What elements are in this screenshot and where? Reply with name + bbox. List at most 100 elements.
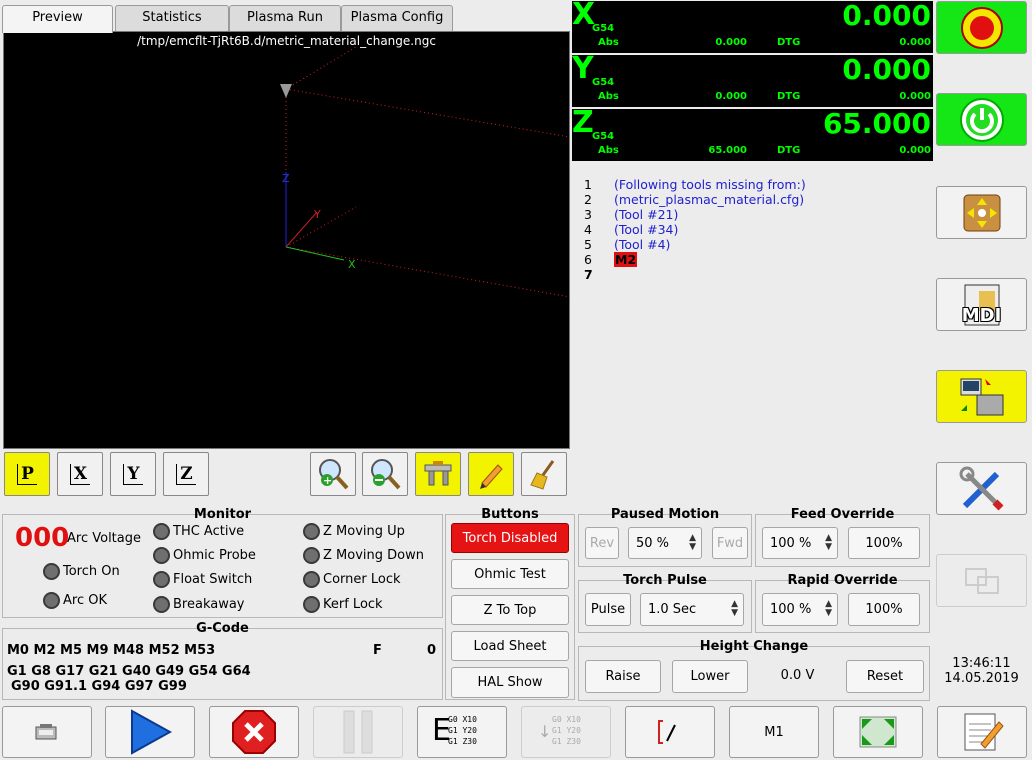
spinbox-arrows-icon[interactable]: ▲ ▼ [825, 534, 832, 552]
dro-z-axis: Z [572, 105, 594, 140]
mdi-label: MDI [961, 305, 1002, 326]
feed-value: 0 [426, 643, 436, 658]
z-moving-up-indicator: Z Moving Up [303, 523, 405, 540]
optional-stop-button[interactable]: M1 [729, 706, 819, 758]
settings-button[interactable] [936, 462, 1027, 515]
optional-skip-button[interactable] [625, 706, 715, 758]
feed-override-title: Feed Override [790, 507, 895, 522]
feed-label: F [373, 643, 382, 658]
view-p-button[interactable]: P [4, 452, 50, 496]
z-moving-down-label: Z Moving Down [323, 548, 424, 563]
paused-speed-value: 50 % [636, 535, 670, 551]
tab-preview[interactable]: Preview [2, 5, 113, 33]
spinbox-arrows-icon[interactable]: ▲ ▼ [825, 600, 832, 618]
gcode-line: 7 [584, 267, 614, 282]
rapid-override-spinbox[interactable]: 100 % ▲ ▼ [762, 593, 838, 626]
emergency-stop-icon [960, 6, 1003, 49]
view-p-label: P [17, 463, 37, 485]
height-reset-button[interactable]: Reset [846, 660, 924, 693]
jog-arrows-icon [963, 194, 1000, 231]
step-button[interactable]: E G0 X10 G1 Y20 G1 Z30 [417, 706, 507, 758]
z-moving-up-label: Z Moving Up [323, 524, 405, 539]
zoom-out-icon [371, 459, 401, 490]
feed-override-reset-button[interactable]: 100% [848, 527, 920, 559]
step-line-3: G1 Z30 [448, 737, 477, 746]
open-file-button[interactable] [2, 706, 92, 758]
zoom-in-icon: + [319, 459, 349, 490]
stop-octagon-icon [232, 710, 276, 754]
arc-voltage-value: 000 [15, 523, 70, 553]
dro-x-dtg: 0.000 [899, 37, 931, 48]
height-change-title: Height Change [699, 639, 809, 654]
float-switch-led [153, 571, 170, 588]
raise-button[interactable]: Raise [585, 660, 661, 693]
view-z-button[interactable]: Z [163, 452, 209, 496]
z-to-top-button[interactable]: Z To Top [451, 595, 569, 625]
clear-plot-button[interactable] [521, 452, 567, 496]
dro-y: Y G54 0.000 Abs 0.000 DTG 0.000 [572, 51, 933, 107]
dro-z-abs-label: Abs [598, 145, 619, 156]
torch-on-label: Torch On [63, 564, 120, 579]
z-moving-up-led [303, 523, 320, 540]
dro-y-axis: Y [572, 51, 594, 86]
gcode-line: 1 (Following tools missing from:) [584, 177, 806, 192]
arc-voltage-label: Arc Voltage [67, 531, 141, 546]
gcode-line: 2 (metric_plasmac_material.cfg) [584, 192, 804, 207]
pause-button[interactable] [313, 706, 403, 758]
rev-button[interactable]: Rev [585, 527, 619, 559]
ohmic-test-button[interactable]: Ohmic Test [451, 559, 569, 589]
edit-gcode-button[interactable] [937, 706, 1027, 758]
dimensions-button[interactable] [415, 452, 461, 496]
clock: 13:46:11 14.05.2019 [936, 656, 1027, 686]
tab-plasma-config[interactable]: Plasma Config [341, 5, 453, 31]
tab-plasma-run[interactable]: Plasma Run [229, 5, 341, 31]
feed-override-value: 100 % [770, 535, 812, 551]
zoom-out-button[interactable] [362, 452, 408, 496]
estop-button[interactable] [936, 1, 1027, 54]
thc-active-label: THC Active [173, 524, 245, 539]
dro-y-abs: 0.000 [715, 91, 747, 102]
feed-override-spinbox[interactable]: 100 % ▲ ▼ [762, 527, 838, 559]
run-button[interactable] [105, 706, 195, 758]
folder-open-icon [35, 724, 57, 740]
corner-lock-indicator: Corner Lock [303, 571, 401, 588]
power-button[interactable] [936, 93, 1027, 146]
auto-button[interactable] [936, 370, 1027, 423]
load-sheet-button[interactable]: Load Sheet [451, 631, 569, 661]
tab-statistics[interactable]: Statistics [115, 5, 229, 31]
lower-button[interactable]: Lower [672, 660, 748, 693]
mdi-button[interactable]: MDI [936, 278, 1027, 331]
arc-ok-indicator: Arc OK [43, 592, 107, 609]
spinbox-arrows-icon[interactable]: ▲ ▼ [731, 600, 738, 618]
view-x-button[interactable]: X [57, 452, 103, 496]
edit-button[interactable] [468, 452, 514, 496]
paused-speed-spinbox[interactable]: 50 % ▲ ▼ [628, 527, 702, 559]
power-icon [959, 97, 1004, 142]
line-number: 7 [584, 267, 593, 282]
hal-show-button[interactable]: HAL Show [451, 667, 569, 698]
view-y-button[interactable]: Y [110, 452, 156, 496]
abort-button[interactable] [209, 706, 299, 758]
step-line-1: G0 X10 [448, 715, 477, 724]
pulse-time-spinbox[interactable]: 1.0 Sec ▲ ▼ [640, 593, 744, 626]
preview-canvas[interactable]: /tmp/emcflt-TjRt6B.d/metric_material_cha… [3, 31, 571, 449]
dro-x-dtg-label: DTG [777, 37, 801, 48]
arc-ok-label: Arc OK [63, 593, 107, 608]
fwd-button[interactable]: Fwd [712, 527, 748, 559]
height-change-value: 0.0 V [780, 668, 815, 683]
jog-button[interactable] [936, 186, 1027, 239]
rapid-override-reset-button[interactable]: 100% [848, 593, 920, 626]
override-limits-button[interactable] [936, 554, 1027, 607]
fullscreen-button[interactable] [833, 706, 923, 758]
spinbox-arrows-icon[interactable]: ▲ ▼ [689, 534, 696, 552]
breakaway-led [153, 596, 170, 613]
pencil-icon [480, 464, 503, 489]
torch-disabled-button[interactable]: Torch Disabled [451, 523, 569, 553]
dro-y-coord: G54 [592, 77, 615, 88]
kerf-lock-label: Kerf Lock [323, 597, 383, 612]
run-from-line-button[interactable]: G0 X10 G1 Y20 G1 Z30 ↓ [521, 706, 611, 758]
pulse-button[interactable]: Pulse [585, 593, 631, 626]
gcode-listing[interactable]: 1 (Following tools missing from:) 2 (metri… [572, 162, 933, 502]
zoom-in-button[interactable]: + [310, 452, 356, 496]
dro-y-value: 0.000 [842, 53, 931, 86]
